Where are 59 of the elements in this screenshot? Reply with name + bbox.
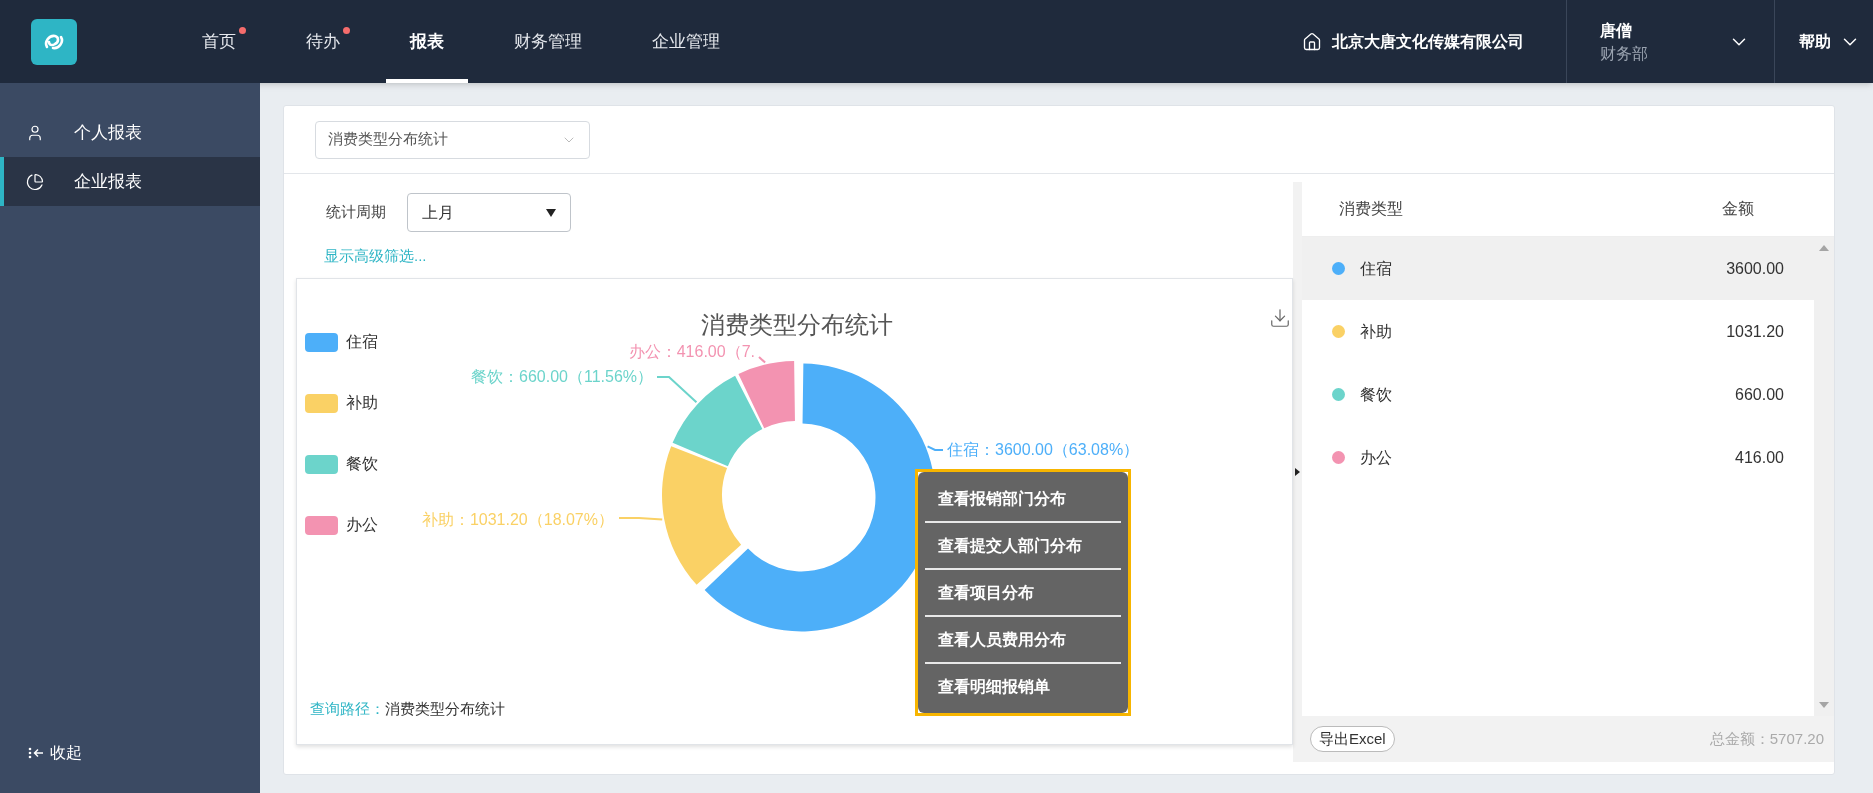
scrollbar[interactable] — [1814, 237, 1834, 716]
legend-label: 补助 — [346, 393, 378, 413]
period-label: 统计周期 — [326, 202, 386, 223]
amount: 416.00 — [1735, 447, 1784, 468]
slice-label: 办公：416.00（7. — [628, 343, 755, 360]
person-icon — [26, 123, 44, 142]
category-name: 餐饮 — [1360, 384, 1392, 405]
legend-label: 办公 — [346, 515, 378, 535]
column-header: 金额 — [1722, 199, 1754, 219]
total-amount: 总金额：5707.20 — [1709, 728, 1824, 749]
table-row[interactable]: 住宿 3600.00 — [1302, 237, 1814, 300]
amount: 660.00 — [1735, 384, 1784, 405]
query-path-label: 查询路径： — [310, 699, 385, 719]
leader-line — [758, 356, 767, 364]
scroll-down-icon[interactable] — [1819, 702, 1829, 708]
pie-chart-icon — [26, 172, 44, 191]
expand-handle-icon[interactable] — [1295, 468, 1300, 476]
slice-label: 住宿：3600.00（63.08%） — [947, 441, 1140, 458]
user-name: 唐僧 — [1600, 20, 1633, 41]
category-name: 补助 — [1360, 321, 1392, 342]
help-menu[interactable]: 帮助 — [1799, 29, 1831, 54]
category-name: 办公 — [1360, 447, 1392, 468]
nav-tab[interactable]: 首页 — [178, 0, 260, 83]
column-header: 消费类型 — [1339, 199, 1403, 219]
home-icon — [1302, 31, 1322, 52]
download-icon[interactable] — [1269, 307, 1291, 329]
collapse-icon — [28, 746, 44, 760]
leader-line — [926, 445, 944, 451]
menu-item[interactable]: 查看提交人部门分布 — [925, 523, 1121, 568]
query-path-value: 消费类型分布统计 — [385, 699, 505, 719]
report-type-select[interactable]: 消费类型分布统计 — [315, 120, 590, 159]
menu-item[interactable]: 查看人员费用分布 — [925, 617, 1121, 662]
leader-line — [618, 517, 664, 521]
chart-title: 消费类型分布统计 — [701, 311, 893, 338]
company-name: 北京大唐文化传媒有限公司 — [1332, 31, 1524, 52]
category-name: 住宿 — [1360, 258, 1392, 279]
nav-tab[interactable]: 报表 — [386, 0, 468, 83]
nav-tab[interactable]: 待办 — [282, 0, 364, 83]
export-excel-button[interactable]: 导出Excel — [1310, 726, 1395, 752]
sidebar-item[interactable]: 企业报表 — [0, 157, 260, 206]
dropdown-arrow-icon — [546, 208, 556, 217]
amount: 3600.00 — [1726, 258, 1784, 279]
menu-item[interactable]: 查看项目分布 — [925, 570, 1121, 615]
leader-line — [656, 376, 698, 404]
user-department: 财务部 — [1600, 43, 1649, 64]
legend-label: 住宿 — [346, 332, 378, 352]
menu-item[interactable]: 查看明细报销单 — [925, 664, 1121, 709]
slice-label: 餐饮：660.00（11.56%） — [471, 368, 653, 385]
legend-label: 餐饮 — [346, 454, 378, 474]
logo-icon — [31, 18, 77, 65]
collapse-button[interactable]: 收起 — [0, 741, 260, 765]
slice-label: 补助：1031.20（18.07%） — [421, 511, 614, 528]
amount: 1031.20 — [1726, 321, 1784, 342]
sidebar-item[interactable]: 个人报表 — [0, 108, 260, 157]
period-select[interactable]: 上月 — [407, 193, 571, 232]
scroll-up-icon[interactable] — [1819, 245, 1829, 251]
nav-tab[interactable]: 企业管理 — [628, 0, 744, 83]
menu-item[interactable]: 查看报销部门分布 — [925, 476, 1121, 521]
nav-tab[interactable]: 财务管理 — [490, 0, 606, 83]
